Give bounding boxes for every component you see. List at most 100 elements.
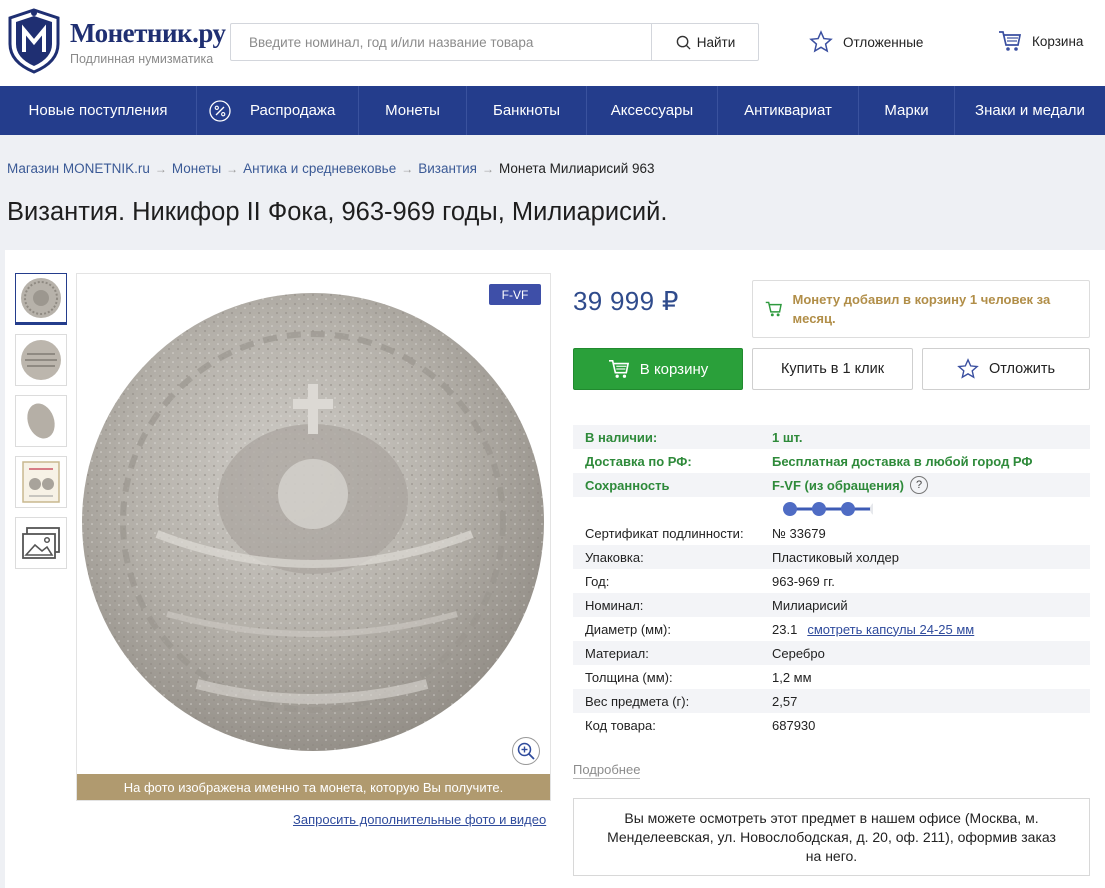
nav-item-label: Аксессуары	[610, 102, 694, 119]
thumbnail-list	[15, 273, 67, 578]
spec-key: Упаковка:	[585, 549, 644, 565]
office-note: Вы можете осмотреть этот предмет в нашем…	[573, 798, 1090, 876]
capsule-link[interactable]: смотреть капсулы 24-25 мм	[807, 622, 974, 637]
thumbnail-obverse[interactable]	[15, 273, 67, 325]
thumbnail-edge[interactable]	[15, 395, 67, 447]
nav-banknotes[interactable]: Банкноты	[467, 86, 587, 135]
site-logo[interactable]: Монетник.ру Подлинная нумизматика	[6, 8, 226, 76]
zoom-in-icon	[517, 742, 535, 760]
star-icon	[957, 358, 979, 379]
cart-notice-text: Монету добавил в корзину 1 человек за ме…	[792, 292, 1051, 326]
cart-link[interactable]: Корзина	[998, 30, 1083, 52]
spec-key: Доставка по РФ:	[585, 453, 692, 469]
arrow-right-icon: →	[401, 161, 414, 176]
nav-stamps[interactable]: Марки	[859, 86, 955, 135]
product-panel: F-VF На фото изображена именно та монета…	[5, 250, 1105, 888]
breadcrumb-item[interactable]: Антика и средневековье	[243, 161, 396, 176]
certificate-thumbnail-image	[22, 461, 60, 503]
wishlist-label: Отложенные	[843, 34, 924, 50]
logo-subtitle: Подлинная нумизматика	[70, 52, 214, 66]
buy-one-click-button[interactable]: Купить в 1 клик	[752, 348, 913, 390]
scale-dot	[841, 502, 855, 516]
spec-key: Толщина (мм):	[585, 669, 673, 685]
arrow-right-icon: →	[226, 161, 239, 176]
breadcrumb-item[interactable]: Византия	[418, 161, 477, 176]
page-title: Византия. Никифор II Фока, 963-969 годы,…	[7, 198, 668, 226]
scale-dot	[812, 502, 826, 516]
spec-row: Номинал: Милиарисий	[573, 593, 1090, 617]
nav-coins[interactable]: Монеты	[359, 86, 467, 135]
search-button-label: Найти	[696, 34, 736, 50]
product-photo[interactable]: F-VF На фото изображена именно та монета…	[76, 273, 551, 801]
nav-item-label: Знаки и медали	[975, 102, 1085, 119]
search-input[interactable]	[231, 24, 651, 60]
add-to-cart-label: В корзину	[639, 360, 709, 378]
arrow-right-icon: →	[154, 161, 167, 176]
cart-notice: Монету добавил в корзину 1 человек за ме…	[752, 280, 1090, 338]
help-icon[interactable]: ?	[910, 476, 928, 494]
spec-key: Сохранность	[585, 477, 670, 493]
spec-row: Год: 963-969 гг.	[573, 569, 1090, 593]
more-details-link[interactable]: Подробнее	[573, 762, 641, 779]
nav-antiques[interactable]: Антиквариат	[718, 86, 859, 135]
thumbnail-certificate[interactable]	[15, 456, 67, 508]
spec-row-delivery: Доставка по РФ: Бесплатная доставка в лю…	[573, 449, 1090, 473]
spec-row: Код товара: 687930	[573, 713, 1090, 737]
search-bar: Найти	[230, 23, 759, 61]
coin-thumbnail-image	[27, 403, 55, 439]
spec-value: F-VF (из обращения)	[772, 477, 904, 493]
nav-accessories[interactable]: Аксессуары	[587, 86, 718, 135]
zoom-button[interactable]	[512, 737, 540, 765]
logo-title: Монетник.ру	[70, 18, 226, 48]
spec-row-stock: В наличии: 1 шт.	[573, 425, 1090, 449]
spec-key: Сертификат подлинности:	[585, 525, 744, 541]
scale-dot	[783, 502, 797, 516]
coin-thumbnail-image	[21, 340, 61, 380]
nav-item-label: Антиквариат	[744, 102, 832, 119]
thumbnail-gallery[interactable]	[15, 517, 67, 569]
logo-shield-icon	[8, 8, 60, 74]
grade-badge: F-VF	[489, 284, 541, 305]
buy-one-click-label: Купить в 1 клик	[780, 361, 885, 377]
spec-row: Материал: Серебро	[573, 641, 1090, 665]
spec-key: Материал:	[585, 645, 649, 661]
spec-value: 1 шт.	[772, 429, 803, 445]
thumbnail-reverse[interactable]	[15, 334, 67, 386]
nav-badges-medals[interactable]: Знаки и медали	[955, 86, 1105, 135]
cart-icon	[608, 360, 629, 378]
add-to-cart-button[interactable]: В корзину	[573, 348, 743, 390]
spec-value: № 33679	[772, 525, 826, 541]
spec-value: Пластиковый холдер	[772, 549, 899, 565]
request-photo-link[interactable]: Запросить дополнительные фото и видео	[293, 812, 546, 827]
coin-thumbnail-image	[21, 278, 61, 318]
photo-caption: На фото изображена именно та монета, кот…	[77, 774, 550, 800]
main-nav: Новые поступления Распродажа Монеты Банк…	[0, 86, 1105, 135]
breadcrumb: Магазин MONETNIK.ru → Монеты → Антика и …	[7, 161, 655, 176]
cart-label: Корзина	[1032, 33, 1084, 49]
cart-icon	[999, 31, 1022, 51]
nav-item-label: Монеты	[385, 102, 440, 119]
star-icon	[809, 30, 833, 53]
condition-scale-graphic	[783, 502, 971, 516]
breadcrumb-item[interactable]: Магазин MONETNIK.ru	[7, 161, 150, 176]
search-button[interactable]: Найти	[651, 24, 759, 60]
spec-key: Вес предмета (г):	[585, 693, 690, 709]
breadcrumb-current: Монета Милиарисий 963	[498, 161, 655, 176]
spec-key: В наличии:	[585, 429, 658, 445]
nav-new-arrivals[interactable]: Новые поступления	[0, 86, 197, 135]
nav-sale[interactable]: Распродажа	[197, 86, 359, 135]
cart-icon	[765, 301, 782, 317]
condition-scale	[573, 497, 1090, 521]
breadcrumb-item[interactable]: Монеты	[172, 161, 221, 176]
spec-value: Серебро	[772, 645, 825, 661]
wishlist-link[interactable]: Отложенные	[809, 30, 923, 54]
postpone-label: Отложить	[988, 361, 1056, 377]
spec-value: 687930	[772, 717, 816, 733]
product-price: 39 999 ₽	[573, 286, 679, 316]
spec-value: Милиарисий	[772, 597, 848, 613]
spec-value: 23.1	[772, 621, 798, 637]
postpone-button[interactable]: Отложить	[922, 348, 1090, 390]
spec-key: Диаметр (мм):	[585, 621, 671, 637]
percent-icon	[209, 99, 231, 122]
spec-row-condition: Сохранность F-VF (из обращения) ?	[573, 473, 1090, 497]
